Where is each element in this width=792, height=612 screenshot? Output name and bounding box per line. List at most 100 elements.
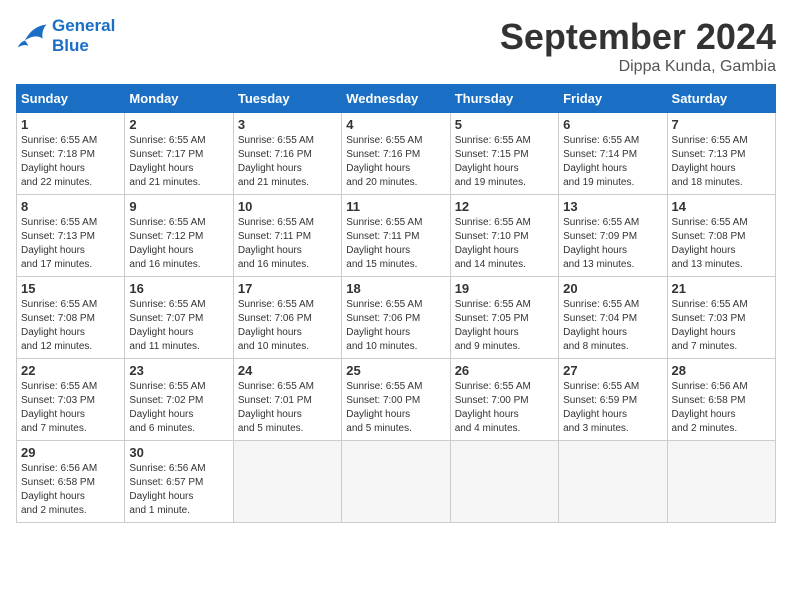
day-info: Sunrise: 6:55 AMSunset: 7:03 PMDaylight … [672, 299, 748, 352]
day-info: Sunrise: 6:55 AMSunset: 7:15 PMDaylight … [455, 135, 531, 188]
day-info: Sunrise: 6:55 AMSunset: 7:03 PMDaylight … [21, 381, 97, 434]
day-info: Sunrise: 6:55 AMSunset: 7:13 PMDaylight … [672, 135, 748, 188]
day-number: 12 [455, 199, 554, 214]
col-thursday: Thursday [450, 85, 558, 113]
day-number: 3 [238, 117, 337, 132]
day-info: Sunrise: 6:55 AMSunset: 7:13 PMDaylight … [21, 217, 97, 270]
logo-icon [16, 22, 48, 50]
day-number: 28 [672, 363, 771, 378]
day-info: Sunrise: 6:56 AMSunset: 6:58 PMDaylight … [672, 381, 748, 434]
day-number: 6 [563, 117, 662, 132]
header-row: Sunday Monday Tuesday Wednesday Thursday… [17, 85, 776, 113]
calendar-day: 24 Sunrise: 6:55 AMSunset: 7:01 PMDayligh… [233, 359, 341, 441]
day-info: Sunrise: 6:55 AMSunset: 7:04 PMDaylight … [563, 299, 639, 352]
calendar-day: 19Sunrise: 6:55 AMSunset: 7:05 PMDayligh… [450, 277, 558, 359]
day-number: 7 [672, 117, 771, 132]
day-number: 1 [21, 117, 120, 132]
title-area: September 2024 Dippa Kunda, Gambia [500, 16, 776, 76]
day-number: 10 [238, 199, 337, 214]
empty-day [450, 441, 558, 523]
calendar-day: 3Sunrise: 6:55 AMSunset: 7:16 PMDaylight… [233, 113, 341, 195]
calendar-day: 12 Sunrise: 6:55 AMSunset: 7:10 PMDayligh… [450, 195, 558, 277]
day-info: Sunrise: 6:55 AMSunset: 7:05 PMDaylight … [455, 299, 531, 352]
col-sunday: Sunday [17, 85, 125, 113]
day-number: 24 [238, 363, 337, 378]
day-number: 30 [129, 445, 228, 460]
calendar-day: 10Sunrise: 6:55 AMSunset: 7:11 PMDayligh… [233, 195, 341, 277]
day-info: Sunrise: 6:55 AMSunset: 7:18 PMDaylight … [21, 135, 97, 188]
day-number: 5 [455, 117, 554, 132]
month-title: September 2024 [500, 16, 776, 58]
empty-day [559, 441, 667, 523]
day-number: 16 [129, 281, 228, 296]
calendar-day: 27Sunrise: 6:55 AMSunset: 6:59 PMDayligh… [559, 359, 667, 441]
calendar-week-row: 29 Sunrise: 6:56 AMSunset: 6:58 PMDayligh… [17, 441, 776, 523]
day-number: 15 [21, 281, 120, 296]
calendar-day: 21 Sunrise: 6:55 AMSunset: 7:03 PMDayligh… [667, 277, 775, 359]
col-tuesday: Tuesday [233, 85, 341, 113]
day-info: Sunrise: 6:56 AMSunset: 6:57 PMDaylight … [129, 463, 205, 516]
calendar-week-row: 22 Sunrise: 6:55 AMSunset: 7:03 PMDayligh… [17, 359, 776, 441]
col-wednesday: Wednesday [342, 85, 450, 113]
day-info: Sunrise: 6:55 AMSunset: 7:09 PMDaylight … [563, 217, 639, 270]
calendar-day: 16 Sunrise: 6:55 AMSunset: 7:07 PMDayligh… [125, 277, 233, 359]
day-number: 9 [129, 199, 228, 214]
day-number: 2 [129, 117, 228, 132]
day-number: 14 [672, 199, 771, 214]
calendar-day: 29 Sunrise: 6:56 AMSunset: 6:58 PMDayligh… [17, 441, 125, 523]
day-number: 29 [21, 445, 120, 460]
calendar-day: 4 Sunrise: 6:55 AMSunset: 7:16 PMDaylight… [342, 113, 450, 195]
day-info: Sunrise: 6:55 AMSunset: 7:02 PMDaylight … [129, 381, 205, 434]
day-info: Sunrise: 6:55 AMSunset: 6:59 PMDaylight … [563, 381, 639, 434]
calendar-day: 25Sunrise: 6:55 AMSunset: 7:00 PMDayligh… [342, 359, 450, 441]
calendar-day: 5 Sunrise: 6:55 AMSunset: 7:15 PMDaylight… [450, 113, 558, 195]
calendar-day: 18 Sunrise: 6:55 AMSunset: 7:06 PMDayligh… [342, 277, 450, 359]
col-friday: Friday [559, 85, 667, 113]
calendar-week-row: 15Sunrise: 6:55 AMSunset: 7:08 PMDayligh… [17, 277, 776, 359]
day-info: Sunrise: 6:55 AMSunset: 7:00 PMDaylight … [455, 381, 531, 434]
day-number: 26 [455, 363, 554, 378]
calendar-week-row: 1 Sunrise: 6:55 AMSunset: 7:18 PMDaylight… [17, 113, 776, 195]
day-number: 8 [21, 199, 120, 214]
day-info: Sunrise: 6:55 AMSunset: 7:01 PMDaylight … [238, 381, 314, 434]
calendar-table: Sunday Monday Tuesday Wednesday Thursday… [16, 84, 776, 523]
day-info: Sunrise: 6:55 AMSunset: 7:07 PMDaylight … [129, 299, 205, 352]
calendar-day: 15Sunrise: 6:55 AMSunset: 7:08 PMDayligh… [17, 277, 125, 359]
day-number: 17 [238, 281, 337, 296]
day-info: Sunrise: 6:55 AMSunset: 7:08 PMDaylight … [672, 217, 748, 270]
day-number: 22 [21, 363, 120, 378]
day-info: Sunrise: 6:55 AMSunset: 7:06 PMDaylight … [346, 299, 422, 352]
logo: General Blue [16, 16, 115, 55]
calendar-day: 22 Sunrise: 6:55 AMSunset: 7:03 PMDayligh… [17, 359, 125, 441]
day-info: Sunrise: 6:55 AMSunset: 7:06 PMDaylight … [238, 299, 314, 352]
calendar-day: 13 Sunrise: 6:55 AMSunset: 7:09 PMDayligh… [559, 195, 667, 277]
day-number: 11 [346, 199, 445, 214]
calendar-day: 17 Sunrise: 6:55 AMSunset: 7:06 PMDayligh… [233, 277, 341, 359]
day-number: 21 [672, 281, 771, 296]
page-header: General Blue September 2024 Dippa Kunda,… [16, 16, 776, 76]
calendar-day: 11Sunrise: 6:55 AMSunset: 7:11 PMDayligh… [342, 195, 450, 277]
empty-day [667, 441, 775, 523]
day-info: Sunrise: 6:55 AMSunset: 7:00 PMDaylight … [346, 381, 422, 434]
day-info: Sunrise: 6:55 AMSunset: 7:17 PMDaylight … [129, 135, 205, 188]
day-number: 23 [129, 363, 228, 378]
day-info: Sunrise: 6:55 AMSunset: 7:10 PMDaylight … [455, 217, 531, 270]
day-info: Sunrise: 6:55 AMSunset: 7:14 PMDaylight … [563, 135, 639, 188]
calendar-day: 1 Sunrise: 6:55 AMSunset: 7:18 PMDaylight… [17, 113, 125, 195]
calendar-day: 6 Sunrise: 6:55 AMSunset: 7:14 PMDaylight… [559, 113, 667, 195]
col-monday: Monday [125, 85, 233, 113]
calendar-day: 14 Sunrise: 6:55 AMSunset: 7:08 PMDayligh… [667, 195, 775, 277]
calendar-day: 20Sunrise: 6:55 AMSunset: 7:04 PMDayligh… [559, 277, 667, 359]
day-info: Sunrise: 6:56 AMSunset: 6:58 PMDaylight … [21, 463, 97, 516]
calendar-day: 9 Sunrise: 6:55 AMSunset: 7:12 PMDaylight… [125, 195, 233, 277]
day-info: Sunrise: 6:55 AMSunset: 7:12 PMDaylight … [129, 217, 205, 270]
calendar-day: 30 Sunrise: 6:56 AMSunset: 6:57 PMDayligh… [125, 441, 233, 523]
location-title: Dippa Kunda, Gambia [500, 58, 776, 76]
calendar-day: 23 Sunrise: 6:55 AMSunset: 7:02 PMDayligh… [125, 359, 233, 441]
day-number: 4 [346, 117, 445, 132]
day-number: 18 [346, 281, 445, 296]
day-number: 13 [563, 199, 662, 214]
empty-day [342, 441, 450, 523]
calendar-day: 2 Sunrise: 6:55 AMSunset: 7:17 PMDaylight… [125, 113, 233, 195]
day-info: Sunrise: 6:55 AMSunset: 7:16 PMDaylight … [346, 135, 422, 188]
